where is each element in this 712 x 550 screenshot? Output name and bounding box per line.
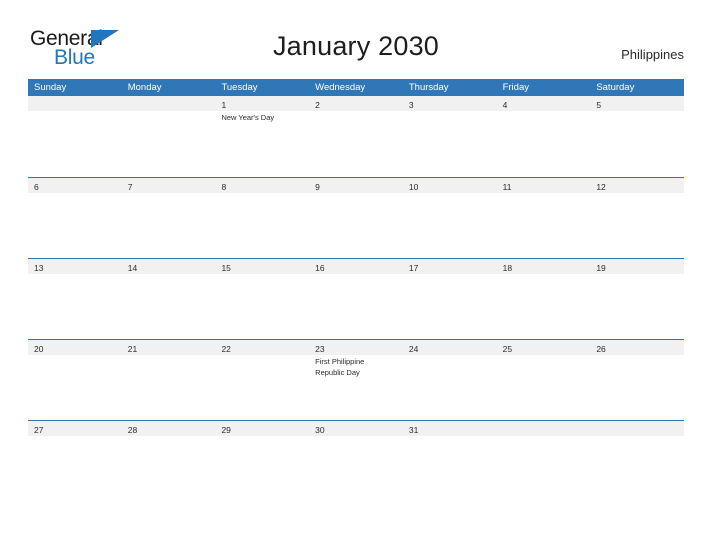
calendar-day-cell[interactable]: 23 First Philippine Republic Day <box>309 340 403 420</box>
calendar-day-cell[interactable]: 22 <box>215 340 310 420</box>
country-label: Philippines <box>621 47 684 62</box>
day-number: 6 <box>34 182 39 192</box>
weekday-header-saturday: Saturday <box>596 82 635 93</box>
day-number-band <box>590 421 685 436</box>
day-number: 16 <box>315 263 325 273</box>
calendar-day-cell[interactable]: 26 <box>590 340 685 420</box>
day-number: 20 <box>34 344 44 354</box>
calendar-week-cells: 13 14 15 16 17 18 19 <box>28 259 685 339</box>
day-number: 17 <box>408 263 419 273</box>
day-number: 9 <box>315 182 320 192</box>
day-number: 3 <box>408 100 414 110</box>
day-number: 4 <box>502 100 508 110</box>
calendar-day-cell[interactable]: 9 <box>309 178 403 258</box>
page-header: General Blue January 2030 Philippines <box>0 0 712 78</box>
day-number-band <box>121 96 216 111</box>
calendar-day-cell[interactable]: 1 New Year's Day <box>215 96 310 177</box>
day-number: 25 <box>502 344 513 354</box>
calendar-week-cells: 20 21 22 23 First Philippine Republic Day 24 2… <box>28 340 685 420</box>
day-number: 31 <box>408 425 419 435</box>
calendar-grid: Sunday Monday Tuesday Wednesday Thursday Frid… <box>28 79 685 501</box>
weekday-header-sunday: Sunday <box>34 82 67 93</box>
calendar-day-cell[interactable]: 31 <box>402 421 497 501</box>
day-number: 22 <box>221 344 231 354</box>
calendar-day-cell[interactable]: 30 <box>309 421 403 501</box>
weekday-header-row: Sunday Monday Tuesday Wednesday Thursday Frid… <box>28 79 684 96</box>
calendar-day-cell[interactable]: 19 <box>590 259 685 339</box>
day-number: 19 <box>596 263 606 273</box>
day-number: 30 <box>315 425 325 435</box>
day-event-label: New Year's Day <box>221 113 275 122</box>
day-number: 28 <box>127 425 138 435</box>
day-number-band <box>28 96 122 111</box>
day-number: 23 <box>315 344 325 354</box>
day-number: 27 <box>34 425 44 435</box>
calendar-week-row: 27 28 29 30 31 <box>28 420 685 501</box>
day-number: 21 <box>127 344 138 354</box>
calendar-day-cell[interactable]: 28 <box>121 421 216 501</box>
day-number: 11 <box>502 182 512 192</box>
weekday-header-tuesday: Tuesday <box>221 82 258 93</box>
calendar-day-cell[interactable]: 13 <box>28 259 122 339</box>
weekday-header-thursday: Thursday <box>408 82 449 93</box>
calendar-week-row: 1 New Year's Day 2 3 4 5 <box>28 96 685 177</box>
day-number: 29 <box>221 425 231 435</box>
day-number: 18 <box>502 263 513 273</box>
calendar-day-cell[interactable]: 29 <box>215 421 310 501</box>
calendar-day-cell[interactable]: 5 <box>590 96 685 177</box>
calendar-weeks: 1 New Year's Day 2 3 4 5 6 7 8 9 10 11 12 13 14 15 16 17 1… <box>28 96 685 501</box>
calendar-day-cell-empty <box>590 421 685 501</box>
calendar-day-cell[interactable]: 20 <box>28 340 122 420</box>
calendar-day-cell[interactable]: 7 <box>121 178 216 258</box>
weekday-header-friday: Friday <box>502 82 529 93</box>
calendar-day-cell[interactable]: 27 <box>28 421 122 501</box>
day-number: 2 <box>315 100 320 110</box>
day-number: 8 <box>221 182 227 192</box>
day-number-band <box>496 421 591 436</box>
calendar-day-cell[interactable]: 17 <box>402 259 497 339</box>
calendar-day-cell[interactable]: 16 <box>309 259 403 339</box>
weekday-header-monday: Monday <box>127 82 162 93</box>
calendar-day-cell[interactable]: 10 <box>402 178 497 258</box>
calendar-day-cell-empty <box>121 96 216 177</box>
calendar-day-cell[interactable]: 24 <box>402 340 497 420</box>
calendar-day-cell-empty <box>28 96 122 177</box>
day-number: 1 <box>221 100 227 110</box>
calendar-day-cell[interactable]: 25 <box>496 340 591 420</box>
day-number: 5 <box>596 100 602 110</box>
calendar-day-cell[interactable]: 14 <box>121 259 216 339</box>
day-number: 7 <box>127 182 133 192</box>
calendar-day-cell[interactable]: 3 <box>402 96 497 177</box>
weekday-header-wednesday: Wednesday <box>315 82 366 93</box>
day-number: 24 <box>408 344 419 354</box>
day-event-label: First Philippine Republic Day <box>315 357 365 377</box>
day-number: 15 <box>221 263 231 273</box>
calendar-day-cell[interactable]: 18 <box>496 259 591 339</box>
day-number: 26 <box>596 344 606 354</box>
day-number: 13 <box>34 263 44 273</box>
calendar-week-cells: 27 28 29 30 31 <box>28 421 685 501</box>
calendar-day-cell[interactable]: 6 <box>28 178 122 258</box>
calendar-day-cell-empty <box>496 421 591 501</box>
calendar-week-cells: 6 7 8 9 10 11 12 <box>28 178 685 258</box>
day-number: 14 <box>127 263 138 273</box>
day-number: 12 <box>596 182 606 192</box>
page-title: January 2030 <box>272 31 440 61</box>
calendar-day-cell[interactable]: 12 <box>590 178 685 258</box>
calendar-week-cells: 1 New Year's Day 2 3 4 5 <box>28 96 685 177</box>
calendar-day-cell[interactable]: 4 <box>496 96 591 177</box>
calendar-day-cell[interactable]: 2 <box>309 96 403 177</box>
calendar-day-cell[interactable]: 8 <box>215 178 310 258</box>
calendar-week-row: 20 21 22 23 First Philippine Republic Day 24 2… <box>28 339 685 420</box>
day-number: 10 <box>408 182 419 192</box>
calendar-day-cell[interactable]: 21 <box>121 340 216 420</box>
calendar-week-row: 13 14 15 16 17 18 19 <box>28 258 685 339</box>
calendar-week-row: 6 7 8 9 10 11 12 <box>28 177 685 258</box>
calendar-day-cell[interactable]: 15 <box>215 259 310 339</box>
calendar-day-cell[interactable]: 11 <box>496 178 591 258</box>
